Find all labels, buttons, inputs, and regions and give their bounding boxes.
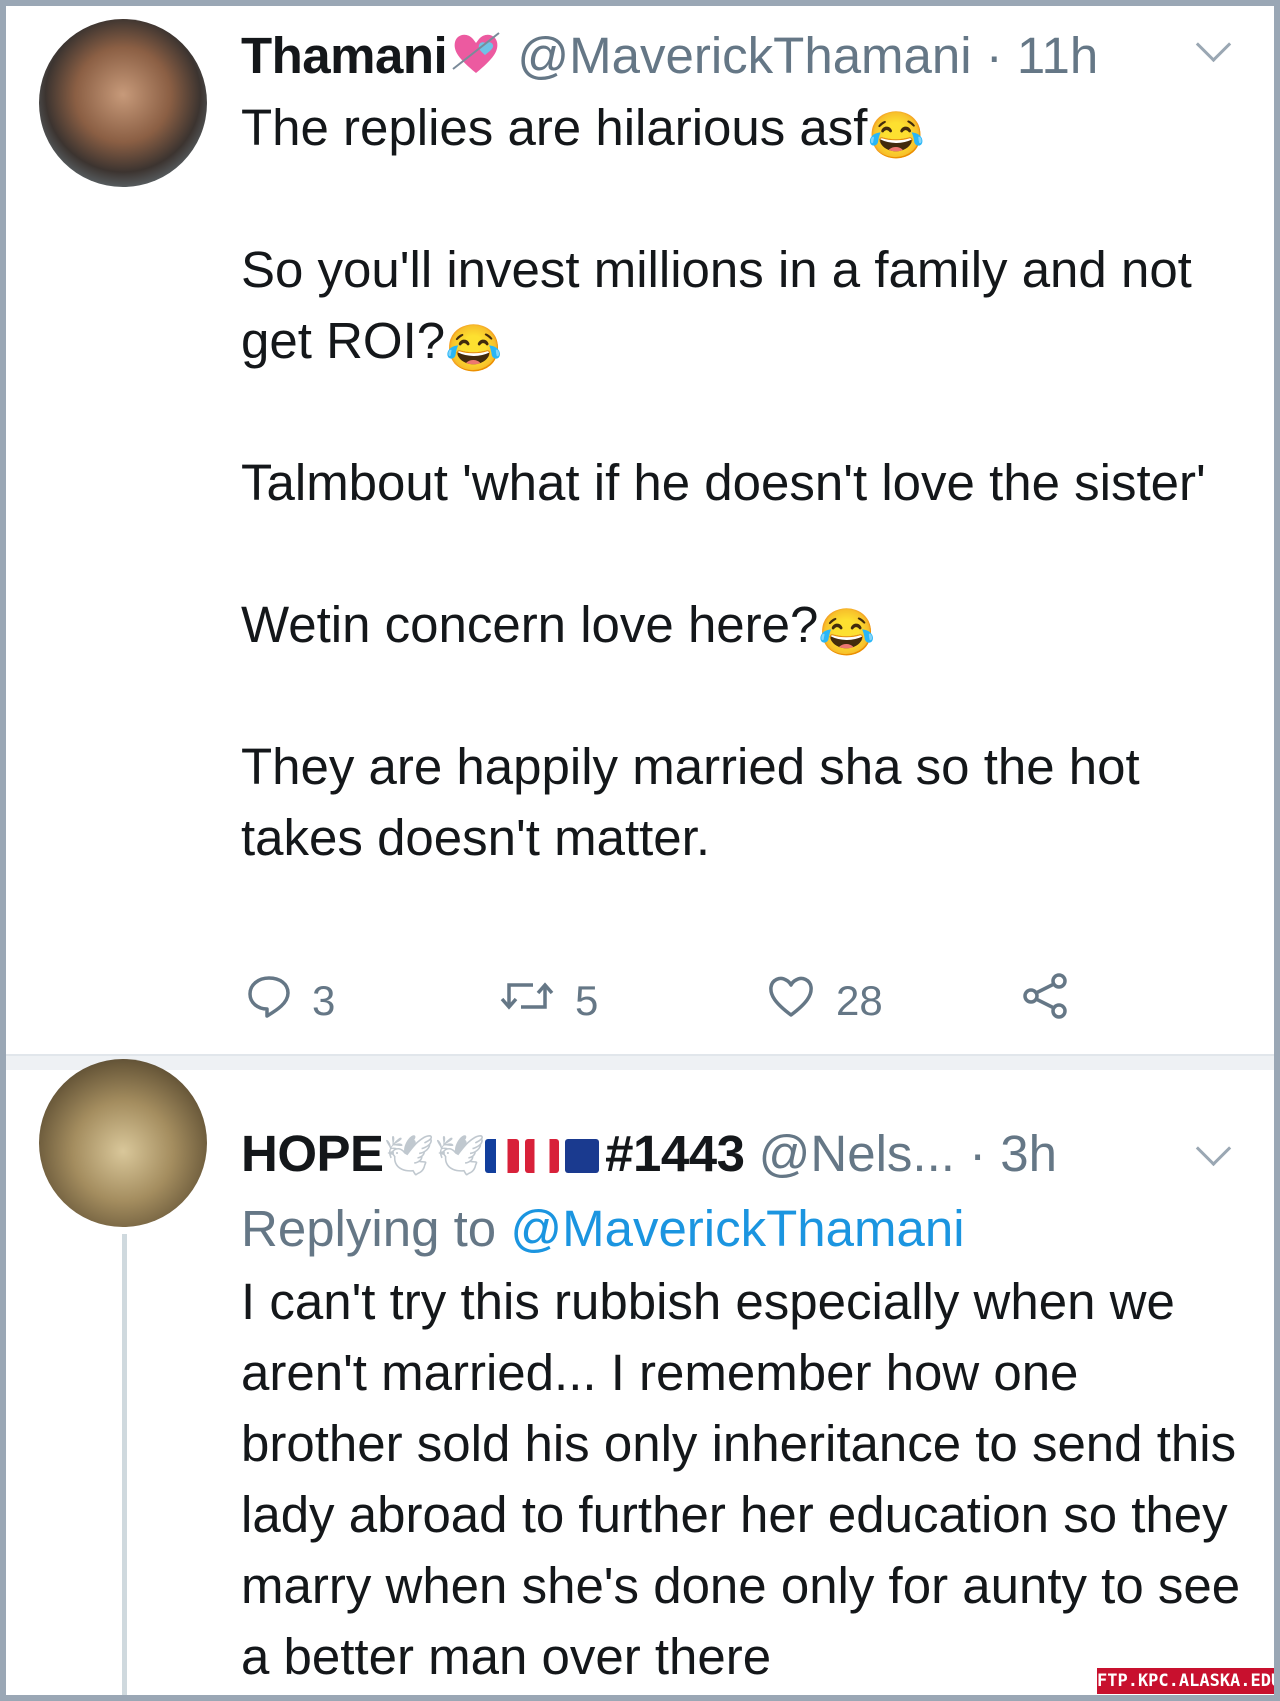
replying-to-label: Replying to (241, 1200, 497, 1257)
thread-line (122, 1234, 127, 1695)
tweet-paragraph: Wetin concern love here? (241, 596, 819, 653)
avatar[interactable] (39, 19, 207, 187)
like-button[interactable]: 28 (766, 971, 883, 1031)
retweet-icon (499, 973, 575, 1029)
share-icon (1021, 972, 1089, 1030)
tweet-paragraph: They are happily married sha so the hot … (241, 738, 1140, 866)
laughing-emoji-icon: 😂 (867, 109, 925, 161)
tweet-header: HOPE🕊🕊 #1443 @Nels... · 3h (241, 1124, 1057, 1186)
canada-flag-icon (525, 1139, 560, 1173)
timestamp[interactable]: · 3h (969, 1125, 1057, 1182)
like-icon (766, 973, 836, 1029)
reply-count: 3 (312, 977, 336, 1024)
display-name[interactable]: Thamani (241, 27, 448, 84)
like-count: 28 (836, 977, 883, 1024)
heart-with-arrow-icon (449, 28, 503, 88)
laughing-emoji-icon: 😂 (818, 606, 876, 658)
share-button[interactable] (1021, 971, 1089, 1031)
replying-to-handle[interactable]: @MaverickThamani (510, 1200, 964, 1257)
tweet-header: Thamani @MaverickThamani · 11h (241, 26, 1098, 88)
retweet-count: 5 (575, 977, 599, 1024)
display-name[interactable]: HOPE (241, 1125, 384, 1182)
tweet-paragraph: So you'll invest millions in a family an… (241, 241, 1192, 369)
dove-icon: 🕊 (383, 1134, 435, 1178)
australia-flag-icon (565, 1139, 600, 1173)
timestamp[interactable]: · 11h (986, 27, 1098, 84)
retweet-button[interactable]: 5 (499, 971, 598, 1031)
screenshot-frame: Thamani @MaverickThamani · 11h The repli… (6, 6, 1274, 1695)
tweet-paragraph: Talmbout 'what if he doesn't love the si… (241, 454, 1206, 511)
reply-button[interactable]: 3 (246, 971, 335, 1031)
watermark: FTP.KPC.ALASKA.EDU (1097, 1668, 1274, 1694)
replying-to: Replying to @MaverickThamani (241, 1194, 965, 1264)
tweet-actions: 3 5 28 (6, 971, 1274, 1031)
handle[interactable]: @MaverickThamani (517, 27, 971, 84)
avatar[interactable] (39, 1059, 207, 1227)
tweet-paragraph: The replies are hilarious asf (241, 99, 868, 156)
tweet-text: I can't try this rubbish especially when… (241, 1273, 1241, 1685)
display-name-suffix[interactable]: #1443 (605, 1125, 745, 1182)
dove-icon: 🕊 (434, 1134, 486, 1178)
reply-icon (246, 973, 312, 1029)
france-flag-icon (485, 1139, 520, 1173)
laughing-emoji-icon: 😂 (445, 322, 503, 374)
handle[interactable]: @Nels... (759, 1125, 955, 1182)
tweet-text: The replies are hilarious asf😂 So you'll… (241, 92, 1241, 873)
